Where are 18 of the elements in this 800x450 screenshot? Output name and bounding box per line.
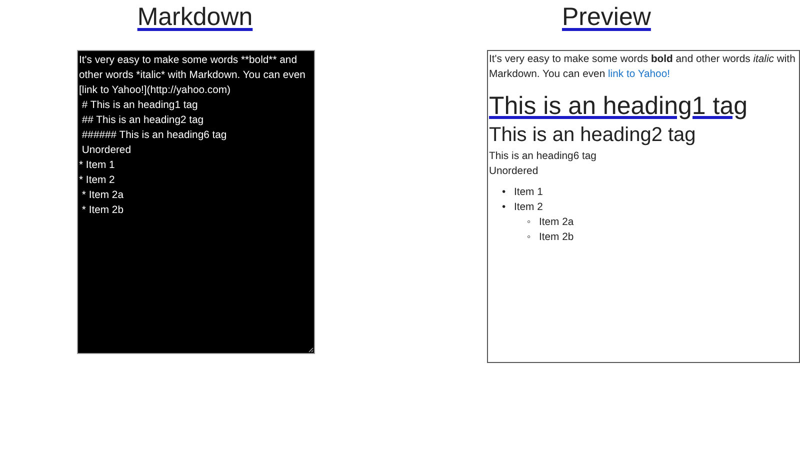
intro-paragraph: It's very easy to make some words bold and other words italic with Markdown. You can even link to Yahoo! (489, 53, 796, 82)
markdown-title: Markdown (137, 2, 253, 33)
bullet-marker: ◦ (527, 231, 532, 245)
list-item: Item 2a (539, 217, 574, 228)
list-item: Item 1 (514, 187, 543, 198)
preview-title: Preview (562, 2, 651, 33)
heading-one: This is an heading1 tag (489, 92, 748, 120)
heading-two: This is an heading2 tag (489, 123, 696, 147)
bullet-marker: • (502, 201, 507, 215)
yahoo-link[interactable]: link to Yahoo! (608, 69, 670, 80)
resize-grip-icon[interactable] (308, 347, 314, 353)
markdown-input-field[interactable]: It's very easy to make some words **bold** and other words *italic* with Markdown. You can even [link to Yahoo!](http://yahoo.com) # This is an heading1 tag ## This is an heading2 tag ###### This is an heading6 tag Unordered * Item 1 * Item 2 * Item 2a * Item 2b (77, 50, 315, 354)
list-title: Unordered (489, 166, 538, 177)
heading-six: This is an heading6 tag (489, 151, 596, 162)
list-item: Item 2b (539, 232, 574, 243)
bullet-marker: ◦ (527, 216, 532, 230)
bullet-marker: • (502, 186, 507, 200)
list-item: Item 2 (514, 202, 543, 213)
